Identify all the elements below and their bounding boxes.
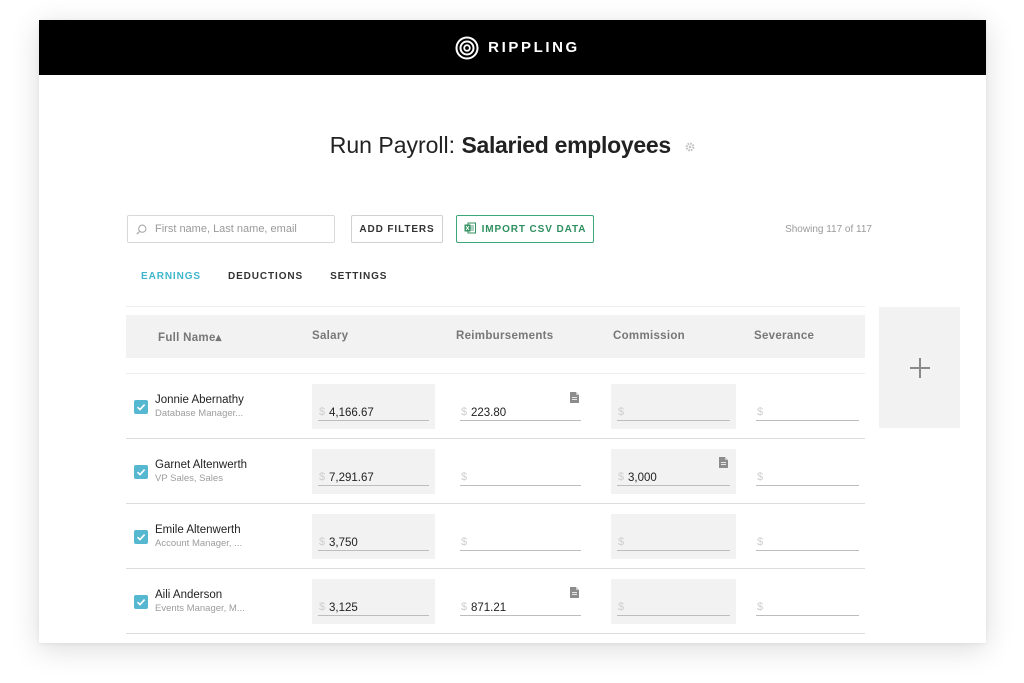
currency-symbol: $ [618, 406, 625, 418]
gear-icon[interactable] [685, 131, 695, 158]
document-icon[interactable] [719, 455, 728, 473]
severance-field[interactable]: $ [750, 579, 865, 624]
row-checkbox[interactable] [134, 465, 148, 479]
document-icon[interactable] [570, 390, 579, 408]
commission-field[interactable]: $ [611, 514, 736, 559]
divider [126, 306, 865, 307]
employee-name[interactable]: Jonnie Abernathy [155, 394, 244, 406]
currency-symbol: $ [461, 536, 468, 548]
column-header-full-name[interactable]: Full Name▴ [158, 330, 222, 344]
plus-icon [909, 357, 930, 378]
currency-symbol: $ [461, 471, 468, 483]
employee-title: Account Manager, ... [155, 538, 243, 549]
salary-field[interactable]: $ 3,125 [312, 579, 435, 624]
employee-title: VP Sales, Sales [155, 473, 223, 484]
commission-field[interactable]: $ [611, 384, 736, 429]
search-box[interactable] [127, 215, 335, 243]
search-icon [136, 224, 147, 235]
import-csv-button[interactable]: IMPORT CSV DATA [456, 215, 594, 243]
rippling-logo[interactable]: RIPPLING [455, 36, 580, 60]
salary-value: 7,291.67 [329, 472, 374, 484]
search-input[interactable] [153, 222, 327, 236]
commission-field[interactable]: $ [611, 579, 736, 624]
logo-text: RIPPLING [488, 39, 580, 56]
add-filters-button[interactable]: ADD FILTERS [351, 215, 443, 243]
column-header-severance: Severance [754, 330, 815, 342]
table-row: Emile Altenwerth Account Manager, ... $ … [126, 504, 865, 569]
employee-title: Database Manager... [155, 408, 244, 419]
add-filters-label: ADD FILTERS [359, 223, 435, 235]
employee-name[interactable]: Aili Anderson [155, 589, 222, 601]
reimbursements-value: 223.80 [471, 407, 507, 419]
import-csv-label: IMPORT CSV DATA [481, 223, 587, 235]
row-checkbox[interactable] [134, 595, 148, 609]
currency-symbol: $ [618, 601, 625, 613]
reimbursements-field[interactable]: $ [454, 449, 587, 494]
currency-symbol: $ [461, 601, 468, 613]
currency-symbol: $ [319, 406, 326, 418]
currency-symbol: $ [757, 406, 764, 418]
payroll-tabs: EARNINGS DEDUCTIONS SETTINGS [141, 271, 387, 282]
commission-field[interactable]: $ 3,000 [611, 449, 736, 494]
commission-value: 3,000 [628, 472, 657, 484]
currency-symbol: $ [319, 471, 326, 483]
currency-symbol: $ [757, 536, 764, 548]
currency-symbol: $ [461, 406, 468, 418]
column-header-reimbursements: Reimbursements [456, 330, 554, 342]
page-title-main: Salaried employees [461, 132, 671, 158]
tab-earnings[interactable]: EARNINGS [141, 271, 201, 282]
reimbursements-field[interactable]: $ [454, 514, 587, 559]
severance-field[interactable]: $ [750, 514, 865, 559]
currency-symbol: $ [618, 536, 625, 548]
severance-field[interactable]: $ [750, 449, 865, 494]
currency-symbol: $ [757, 601, 764, 613]
reimbursements-field[interactable]: $ 223.80 [454, 384, 587, 429]
row-checkbox[interactable] [134, 400, 148, 414]
salary-value: 3,125 [329, 602, 358, 614]
column-header-commission: Commission [613, 330, 686, 342]
tab-deductions[interactable]: DEDUCTIONS [228, 271, 303, 282]
excel-icon [464, 222, 476, 237]
tab-settings[interactable]: SETTINGS [330, 271, 387, 282]
reimbursements-value: 871.21 [471, 602, 507, 614]
document-icon[interactable] [570, 585, 579, 603]
salary-value: 3,750 [329, 537, 358, 549]
add-column-button[interactable] [879, 307, 960, 428]
employee-name[interactable]: Garnet Altenwerth [155, 459, 247, 471]
currency-symbol: $ [618, 471, 625, 483]
page-title: Run Payroll: Salaried employees [39, 132, 986, 160]
payroll-window: RIPPLING Run Payroll: Salaried employees… [39, 20, 986, 643]
employee-name[interactable]: Emile Altenwerth [155, 524, 241, 536]
table-row: Garnet Altenwerth VP Sales, Sales $ 7,29… [126, 439, 865, 504]
employee-title: Events Manager, M... [155, 603, 245, 614]
table-row: Jonnie Abernathy Database Manager... $ 4… [126, 374, 865, 439]
page-title-prefix: Run Payroll: [329, 132, 456, 158]
row-checkbox[interactable] [134, 530, 148, 544]
results-count: Showing 117 of 117 [785, 224, 872, 235]
currency-symbol: $ [319, 601, 326, 613]
table-row: Aili Anderson Events Manager, M... $ 3,1… [126, 569, 865, 634]
salary-field[interactable]: $ 3,750 [312, 514, 435, 559]
salary-value: 4,166.67 [329, 407, 374, 419]
column-header-salary: Salary [312, 330, 349, 342]
table-header: Full Name▴ Salary Reimbursements Commiss… [126, 315, 865, 358]
severance-field[interactable]: $ [750, 384, 865, 429]
currency-symbol: $ [757, 471, 764, 483]
salary-field[interactable]: $ 4,166.67 [312, 384, 435, 429]
salary-field[interactable]: $ 7,291.67 [312, 449, 435, 494]
top-bar: RIPPLING [39, 20, 986, 75]
rippling-logo-icon [455, 36, 479, 59]
currency-symbol: $ [319, 536, 326, 548]
reimbursements-field[interactable]: $ 871.21 [454, 579, 587, 624]
